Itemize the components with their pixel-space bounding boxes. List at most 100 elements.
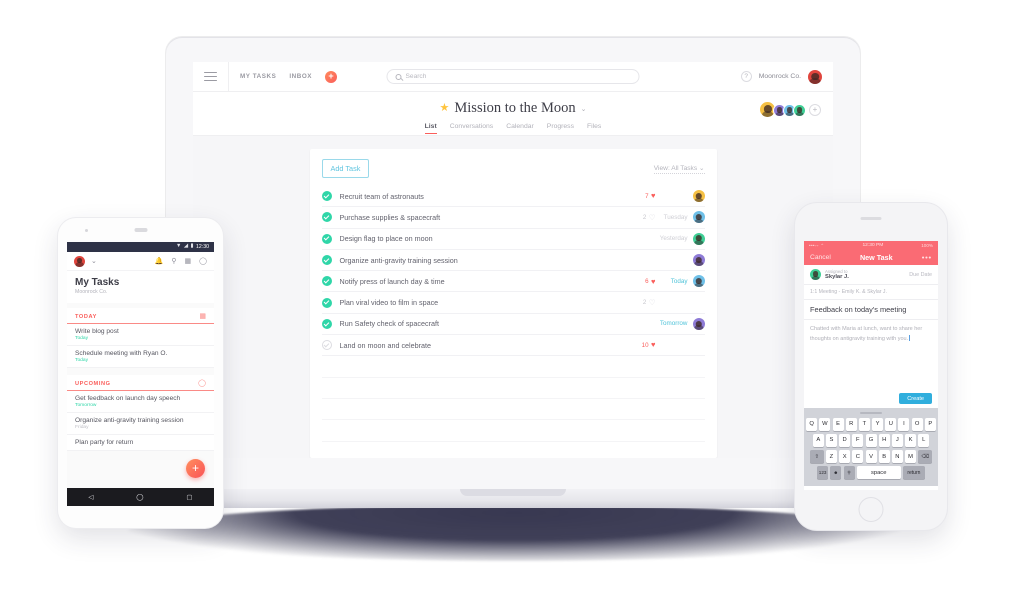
- chevron-down-icon[interactable]: ⌄: [91, 258, 97, 265]
- table-row[interactable]: Notify press of launch day & time 6 ♥ Today: [321, 271, 705, 293]
- key-[interactable]: ⇧: [809, 450, 824, 464]
- table-row[interactable]: Plan viral video to film in space 2 ♡: [321, 292, 705, 314]
- create-button[interactable]: Create: [899, 393, 932, 405]
- hamburger-icon[interactable]: [204, 71, 217, 82]
- key-m[interactable]: M: [905, 450, 917, 464]
- list-item[interactable]: Organize anti-gravity training session F…: [67, 413, 214, 435]
- list-icon[interactable]: ▦: [185, 258, 192, 265]
- list-item[interactable]: Schedule meeting with Ryan O. Today: [67, 346, 214, 368]
- org-name[interactable]: Moonrock Co.: [759, 73, 801, 80]
- check-circle-empty-icon[interactable]: [321, 340, 332, 351]
- list-item[interactable]: Write blog post Today: [67, 324, 214, 346]
- check-icon[interactable]: [321, 191, 332, 202]
- avatar[interactable]: [74, 255, 85, 267]
- key-[interactable]: ⌫: [918, 450, 933, 464]
- key-l[interactable]: L: [918, 433, 930, 447]
- key-g[interactable]: G: [865, 433, 877, 447]
- heart-icon[interactable]: ♡: [649, 214, 656, 222]
- check-icon[interactable]: [321, 255, 332, 266]
- list-item[interactable]: Plan party for return: [67, 435, 214, 451]
- key-d[interactable]: D: [839, 433, 851, 447]
- heart-icon[interactable]: ♡: [649, 299, 656, 307]
- check-icon[interactable]: [321, 318, 332, 329]
- key-q[interactable]: Q: [806, 417, 818, 431]
- key-u[interactable]: U: [885, 417, 897, 431]
- user-avatar[interactable]: [808, 69, 822, 84]
- nav-inbox[interactable]: INBOX: [289, 73, 312, 80]
- table-row[interactable]: Run Safety check of spacecraft Tomorrow: [321, 314, 705, 336]
- cancel-button[interactable]: Cancel: [810, 254, 831, 261]
- check-icon[interactable]: [321, 233, 332, 244]
- table-row[interactable]: Recruit team of astronauts 7 ♥: [321, 186, 705, 208]
- back-icon[interactable]: ◁: [88, 493, 93, 501]
- key-b[interactable]: B: [878, 450, 890, 464]
- tab-files[interactable]: Files: [587, 123, 601, 134]
- check-icon[interactable]: [321, 212, 332, 223]
- key-i[interactable]: I: [898, 417, 910, 431]
- search-icon[interactable]: ⚲: [171, 258, 176, 265]
- due-date-button[interactable]: Due Date: [909, 272, 932, 278]
- key-h[interactable]: H: [878, 433, 890, 447]
- heart-icon[interactable]: ♥: [651, 341, 655, 349]
- avatar[interactable]: [692, 232, 705, 245]
- view-filter-dropdown[interactable]: View: All Tasks ⌄: [653, 164, 705, 174]
- key-f[interactable]: F: [852, 433, 864, 447]
- like-count[interactable]: 2 ♡: [643, 299, 656, 307]
- due-date[interactable]: Today: [661, 278, 688, 285]
- check-icon[interactable]: [321, 297, 332, 308]
- key-w[interactable]: W: [819, 417, 831, 431]
- avatar[interactable]: [810, 269, 821, 280]
- tab-conversations[interactable]: Conversations: [450, 123, 493, 134]
- like-count[interactable]: 6 ♥: [645, 278, 655, 286]
- add-task-fab[interactable]: +: [186, 459, 205, 478]
- like-count[interactable]: 2 ♡: [643, 214, 656, 222]
- key-v[interactable]: V: [865, 450, 877, 464]
- key-e[interactable]: E: [832, 417, 844, 431]
- key-r[interactable]: R: [845, 417, 857, 431]
- avatar[interactable]: [793, 104, 806, 117]
- help-icon[interactable]: ?: [740, 71, 752, 82]
- add-member-button[interactable]: +: [809, 103, 821, 116]
- table-row[interactable]: Land on moon and celebrate 10 ♥: [321, 335, 705, 357]
- quick-add-button[interactable]: +: [325, 70, 338, 83]
- home-button[interactable]: [858, 497, 884, 522]
- key-o[interactable]: O: [911, 417, 923, 431]
- key-x[interactable]: X: [839, 450, 851, 464]
- list-item[interactable]: Get feedback on launch day speech Tomorr…: [67, 391, 214, 413]
- like-count[interactable]: 7 ♥: [645, 192, 655, 200]
- key-t[interactable]: T: [858, 417, 870, 431]
- search-input[interactable]: Search: [386, 69, 640, 84]
- tab-calendar[interactable]: Calendar: [506, 123, 534, 134]
- due-date[interactable]: Yesterday: [660, 235, 688, 242]
- key-a[interactable]: A: [812, 433, 824, 447]
- key-p[interactable]: P: [924, 417, 936, 431]
- due-date[interactable]: Tomorrow: [660, 320, 688, 327]
- nav-my-tasks[interactable]: MY TASKS: [240, 73, 276, 80]
- add-task-button[interactable]: Add Task: [321, 159, 370, 178]
- task-note-field[interactable]: Chatted with Maria at lunch, want to sha…: [804, 320, 938, 393]
- key-[interactable]: ⚲: [843, 466, 855, 480]
- avatar[interactable]: [692, 190, 705, 203]
- due-date[interactable]: Tuesday: [661, 214, 688, 221]
- key-y[interactable]: Y: [872, 417, 884, 431]
- key-123[interactable]: 123: [817, 466, 829, 480]
- key-z[interactable]: Z: [825, 450, 837, 464]
- avatar[interactable]: [692, 317, 705, 330]
- recents-icon[interactable]: ▢: [186, 493, 192, 501]
- key-c[interactable]: C: [852, 450, 864, 464]
- table-row[interactable]: Purchase supplies & spacecraft 2 ♡ Tuesday: [321, 207, 705, 229]
- key-return[interactable]: return: [902, 466, 925, 480]
- heart-icon[interactable]: ♥: [651, 278, 655, 286]
- key-j[interactable]: J: [891, 433, 903, 447]
- avatar[interactable]: [692, 275, 705, 288]
- task-title-field[interactable]: Feedback on today's meeting: [804, 300, 938, 320]
- check-icon[interactable]: [321, 276, 332, 287]
- avatar[interactable]: [692, 211, 705, 224]
- key-[interactable]: ☻: [830, 466, 842, 480]
- key-s[interactable]: S: [825, 433, 837, 447]
- keyboard-grabber[interactable]: [860, 412, 882, 414]
- home-icon[interactable]: ◯: [136, 493, 143, 501]
- heart-icon[interactable]: ♥: [651, 192, 655, 200]
- avatar[interactable]: [692, 254, 705, 267]
- tab-list[interactable]: List: [424, 123, 437, 134]
